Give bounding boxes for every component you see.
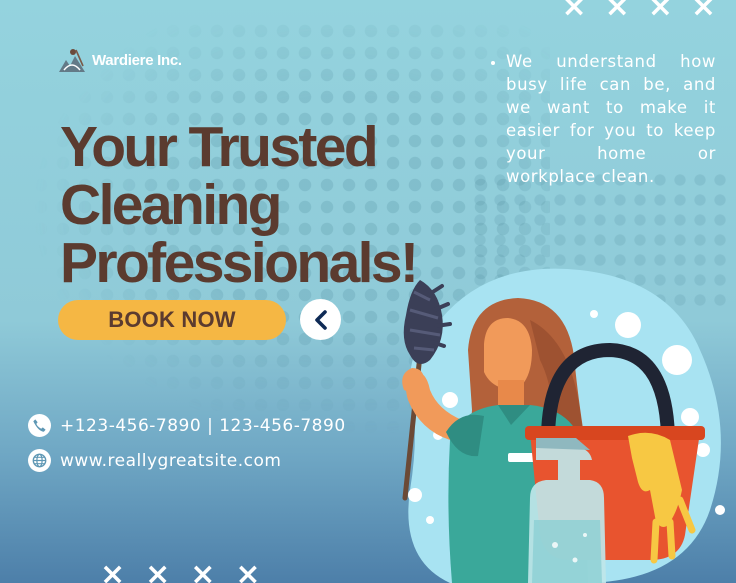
bubble (715, 505, 725, 515)
cross-icon: × (145, 557, 171, 583)
website-url: www.reallygreatsite.com (60, 450, 282, 471)
phone-contact[interactable]: +123-456-7890 | 123-456-7890 (28, 414, 346, 437)
bubble (615, 312, 641, 338)
cross-icon: × (647, 0, 673, 24)
cleaner-illustration (402, 268, 725, 583)
brand-logo-icon (59, 49, 85, 72)
face (484, 318, 532, 390)
hand (402, 368, 425, 393)
top-cross-decoration: × × × × (561, 0, 716, 22)
bubble (590, 310, 598, 318)
book-now-button[interactable]: BOOK NOW (58, 300, 286, 340)
bubble (442, 392, 458, 408)
brand-logo[interactable]: Wardiere Inc. (56, 46, 182, 74)
name-badge (508, 453, 536, 462)
bubble (662, 345, 692, 375)
website-contact[interactable]: www.reallygreatsite.com (28, 449, 281, 472)
globe-icon (28, 449, 51, 472)
bubble (681, 408, 699, 426)
phone-icon (28, 414, 51, 437)
bottom-cross-decoration: × × × × (100, 560, 261, 583)
cross-icon: × (100, 557, 126, 583)
promo-banner: × × × × × × × × Wardiere Inc. We underst… (0, 0, 736, 583)
cross-icon: × (561, 0, 587, 24)
headline-line-1: Your Trusted (60, 115, 379, 179)
bubble (408, 488, 422, 502)
bucket-rim (525, 426, 705, 440)
brand-name: Wardiere Inc. (92, 51, 182, 69)
phone-number: +123-456-7890 | 123-456-7890 (60, 415, 346, 436)
cross-icon: × (235, 557, 261, 583)
cross-icon: × (190, 557, 216, 583)
chevron-left-icon (314, 309, 327, 330)
cross-icon: × (604, 0, 630, 24)
bubble (696, 443, 710, 457)
headline-line-2: Cleaning (60, 173, 283, 237)
intro-text-block: We understand how busy life can be, and … (488, 50, 716, 188)
back-arrow-button[interactable] (300, 299, 341, 340)
cross-icon: × (690, 0, 716, 24)
bubble (426, 516, 434, 524)
intro-text: We understand how busy life can be, and … (506, 50, 716, 188)
